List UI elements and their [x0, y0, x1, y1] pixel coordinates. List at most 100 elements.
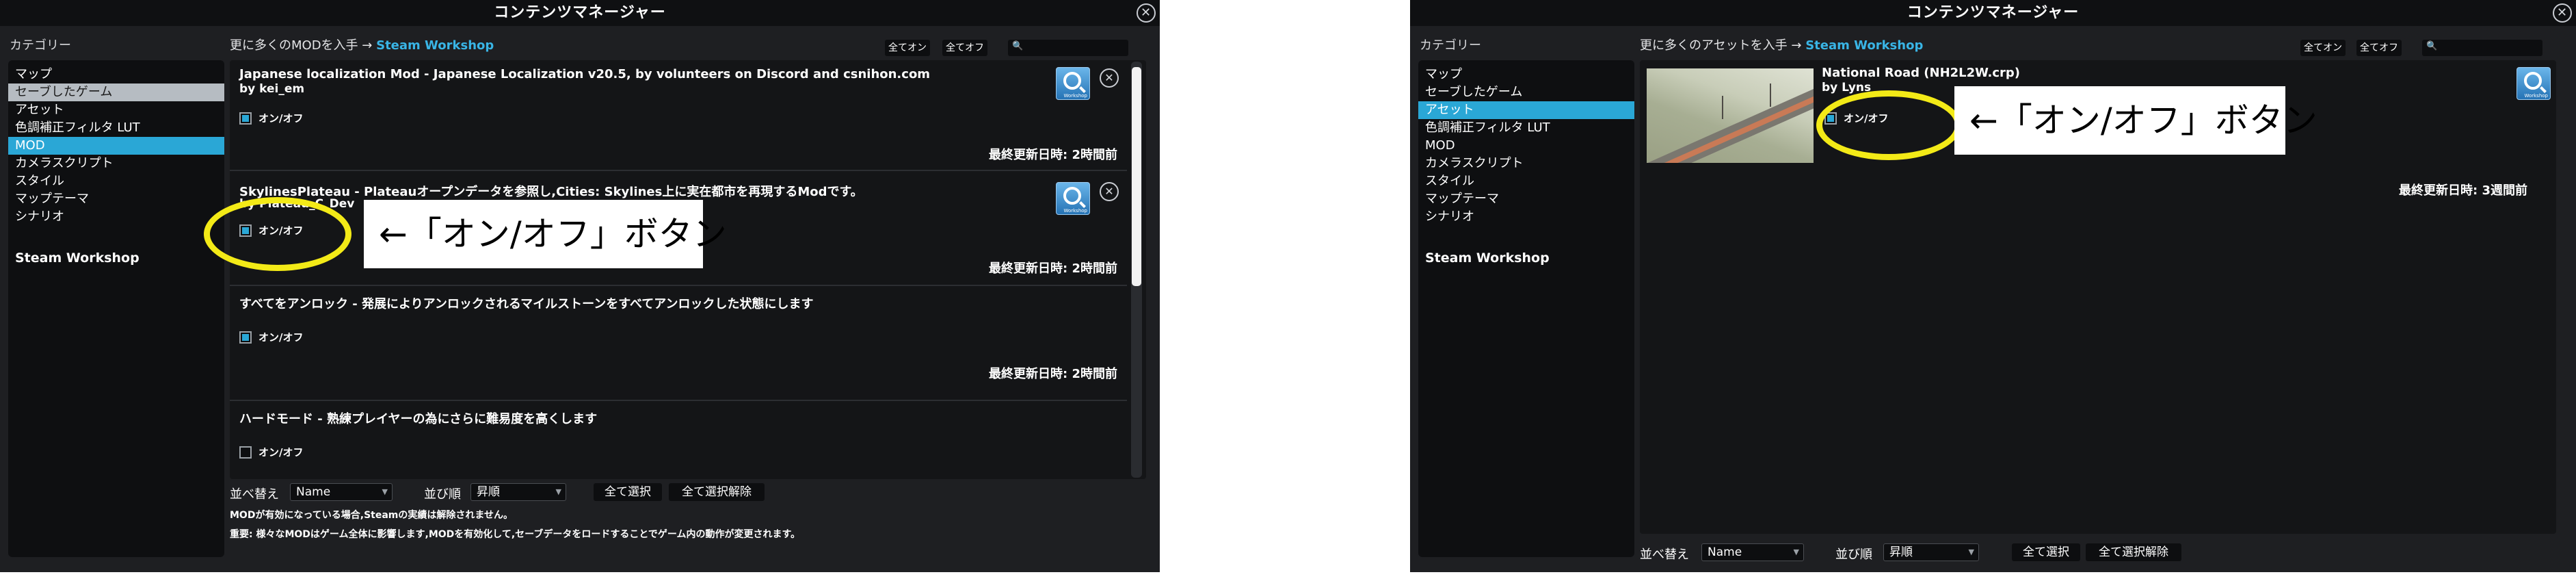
- chevron-down-icon: ▼: [382, 487, 388, 496]
- toggle-on-off[interactable]: オン/オフ: [239, 330, 303, 344]
- sidebar-steam-workshop[interactable]: Steam Workshop: [15, 250, 140, 266]
- last-updated: 最終更新日時: 2時間前: [989, 148, 1117, 162]
- sidebar-item-color-lut[interactable]: 色調補正フィルタ LUT: [1418, 119, 1634, 137]
- toggle-label: オン/オフ: [258, 446, 304, 459]
- asset-thumbnail: [1647, 68, 1814, 163]
- sidebar-item-styles[interactable]: スタイル: [8, 172, 224, 190]
- workshop-page-button[interactable]: Workshop: [1056, 67, 1090, 100]
- list-item: すべてをアンロック - 発展によりアンロックされるマイルストーンをすべてアンロッ…: [230, 287, 1127, 401]
- magnifier-icon: [1063, 187, 1081, 205]
- order-dropdown[interactable]: 昇順 ▼: [1883, 543, 1979, 561]
- order-label: 並び順: [1835, 548, 1872, 562]
- window-titlebar: コンテンツマネージャー ✕: [0, 0, 1160, 26]
- sidebar-item-color-lut[interactable]: 色調補正フィルタ LUT: [8, 119, 224, 137]
- magnifier-icon: [1063, 72, 1081, 90]
- workshop-page-button[interactable]: Workshop: [1056, 182, 1090, 215]
- all-on-button[interactable]: 全てオン: [2300, 40, 2346, 56]
- search-icon: 🔍: [2426, 41, 2438, 51]
- workshop-link[interactable]: Steam Workshop: [1805, 38, 1923, 53]
- notice-achievements: MODが有効になっている場合,Steamの実績は解除されません。: [230, 510, 513, 521]
- toggle-label: オン/オフ: [258, 112, 304, 125]
- highlight-ellipse: [204, 197, 351, 271]
- sidebar-item-saved-games[interactable]: セーブしたゲーム: [8, 83, 224, 101]
- sort-dropdown[interactable]: Name ▼: [1701, 543, 1804, 561]
- magnifier-icon: [2524, 72, 2542, 90]
- sidebar-item-mods[interactable]: MOD: [1418, 137, 1634, 155]
- select-all-button[interactable]: 全て選択: [2012, 543, 2080, 561]
- scrollbar-thumb[interactable]: [1132, 67, 1141, 286]
- checkbox[interactable]: [239, 112, 252, 125]
- workshop-prefix: 更に多くのMODを入手 →: [230, 38, 373, 53]
- sidebar-item-assets[interactable]: アセット: [8, 101, 224, 119]
- checkbox[interactable]: [239, 331, 252, 344]
- all-on-button[interactable]: 全てオン: [885, 40, 930, 56]
- chevron-down-icon: ▼: [1968, 548, 1974, 556]
- window-title: コンテンツマネージャー: [1907, 4, 2080, 21]
- search-icon: 🔍: [1012, 41, 1024, 51]
- toggle-on-off[interactable]: オン/オフ: [239, 445, 303, 459]
- last-updated: 最終更新日時: 2時間前: [989, 367, 1117, 381]
- category-sidebar: マップ セーブしたゲーム アセット 色調補正フィルタ LUT MOD カメラスク…: [8, 60, 224, 557]
- sort-dropdown[interactable]: Name ▼: [290, 483, 393, 501]
- sidebar-steam-workshop[interactable]: Steam Workshop: [1425, 250, 1550, 266]
- sort-value: Name: [296, 485, 331, 499]
- sort-label: 並べ替え: [230, 487, 279, 502]
- category-sidebar: マップ セーブしたゲーム アセット 色調補正フィルタ LUT MOD カメラスク…: [1418, 60, 1634, 557]
- list-item: ハードモード - 熟練プレイヤーの為にさらに難易度を高くします オン/オフ: [230, 402, 1127, 479]
- sidebar-item-maps[interactable]: マップ: [8, 66, 224, 83]
- sidebar-item-camera-scripts[interactable]: カメラスクリプト: [8, 155, 224, 172]
- close-icon[interactable]: ✕: [1137, 3, 1156, 23]
- callout-label: ←「オン/オフ」ボタン: [1954, 86, 2318, 155]
- order-value: 昇順: [477, 485, 500, 499]
- chevron-down-icon: ▼: [1793, 548, 1799, 556]
- chevron-down-icon: ▼: [555, 487, 561, 496]
- workshop-page-button[interactable]: Workshop: [2517, 67, 2551, 100]
- workshop-link-row: 更に多くのMODを入手 → Steam Workshop: [230, 36, 494, 53]
- all-off-button[interactable]: 全てオフ: [942, 40, 987, 56]
- order-dropdown[interactable]: 昇順 ▼: [470, 483, 566, 501]
- sort-label: 並べ替え: [1640, 548, 1689, 562]
- category-heading: カテゴリー: [1420, 38, 1481, 53]
- last-updated: 最終更新日時: 2時間前: [989, 261, 1117, 276]
- sidebar-item-map-themes[interactable]: マップテーマ: [1418, 190, 1634, 208]
- toggle-on-off[interactable]: オン/オフ: [239, 111, 303, 125]
- sidebar-item-maps[interactable]: マップ: [1418, 66, 1634, 83]
- mod-title: ハードモード - 熟練プレイヤーの為にさらに難易度を高くします: [239, 412, 598, 426]
- order-label: 並び順: [424, 487, 461, 502]
- sidebar-item-assets[interactable]: アセット: [1418, 101, 1634, 119]
- toggle-label: オン/オフ: [258, 331, 304, 344]
- content-manager-mods-panel: コンテンツマネージャー ✕ カテゴリー マップ セーブしたゲーム アセット 色調…: [0, 0, 1160, 572]
- workshop-link[interactable]: Steam Workshop: [376, 38, 494, 53]
- mod-author: by kei_em: [239, 82, 305, 96]
- scrollbar[interactable]: [1131, 62, 1142, 478]
- all-off-button[interactable]: 全てオフ: [2356, 40, 2402, 56]
- window-title: コンテンツマネージャー: [494, 4, 666, 21]
- workshop-prefix: 更に多くのアセットを入手 →: [1640, 38, 1802, 53]
- unsubscribe-icon[interactable]: ✕: [1100, 182, 1119, 201]
- sidebar-item-mods[interactable]: MOD: [8, 137, 224, 155]
- last-updated: 最終更新日時: 3週間前: [2399, 183, 2527, 198]
- mod-title: すべてをアンロック - 発展によりアンロックされるマイルストーンをすべてアンロッ…: [239, 297, 814, 311]
- sidebar-item-scenarios[interactable]: シナリオ: [1418, 208, 1634, 226]
- sidebar-item-scenarios[interactable]: シナリオ: [8, 208, 224, 226]
- asset-title: National Road (NH2L2W.crp): [1822, 66, 2021, 80]
- notice-important: 重要: 様々なMODはゲーム全体に影響します,MODを有効化して,セーブデータを…: [230, 529, 801, 540]
- checkbox[interactable]: [239, 446, 252, 459]
- content-manager-assets-panel: コンテンツマネージャー ✕ カテゴリー マップ セーブしたゲーム アセット 色調…: [1410, 0, 2576, 572]
- close-icon[interactable]: ✕: [2553, 3, 2572, 23]
- sidebar-item-map-themes[interactable]: マップテーマ: [8, 190, 224, 208]
- deselect-all-button[interactable]: 全て選択解除: [2086, 543, 2181, 561]
- mod-list: Japanese localization Mod - Japanese Loc…: [230, 60, 1146, 479]
- search-input[interactable]: 🔍: [2422, 40, 2542, 56]
- sidebar-item-camera-scripts[interactable]: カメラスクリプト: [1418, 155, 1634, 172]
- search-input[interactable]: 🔍: [1008, 40, 1128, 56]
- highlight-ellipse: [1816, 90, 1961, 160]
- sort-value: Name: [1708, 545, 1742, 559]
- unsubscribe-icon[interactable]: ✕: [1100, 68, 1119, 88]
- workshop-link-row: 更に多くのアセットを入手 → Steam Workshop: [1640, 36, 1923, 53]
- deselect-all-button[interactable]: 全て選択解除: [669, 483, 765, 501]
- select-all-button[interactable]: 全て選択: [594, 483, 662, 501]
- sidebar-item-styles[interactable]: スタイル: [1418, 172, 1634, 190]
- sidebar-item-saved-games[interactable]: セーブしたゲーム: [1418, 83, 1634, 101]
- category-heading: カテゴリー: [10, 38, 71, 53]
